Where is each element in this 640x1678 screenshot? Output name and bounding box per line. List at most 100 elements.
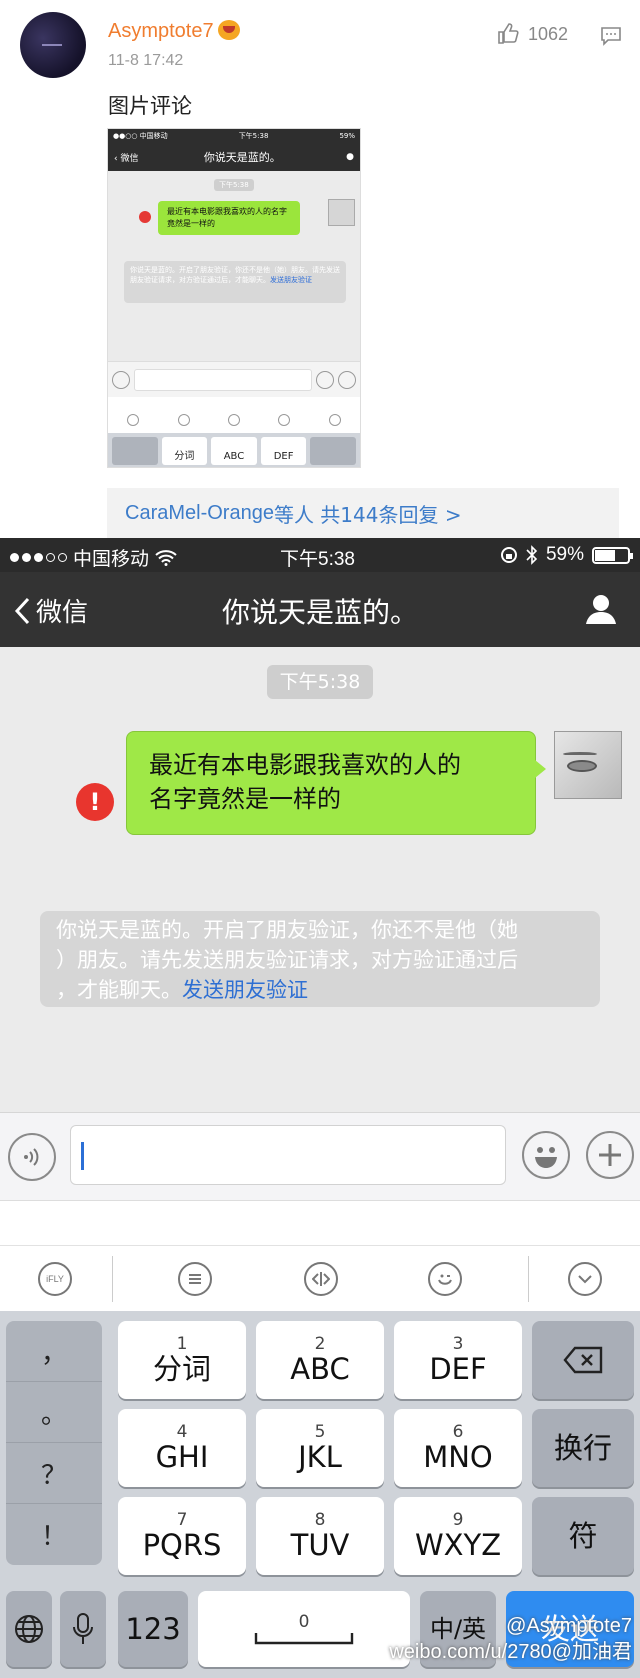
username-text[interactable]: Asymptote7 [108,20,214,42]
thumb-tool-icon [278,414,291,426]
thumb-timestamp: 下午5:38 [214,179,254,191]
key-label: 分词 [152,1352,211,1386]
user-avatar[interactable] [20,12,86,78]
chat-title: 你说天是蓝的。 [221,596,418,629]
comment-image-thumbnail[interactable]: ●●○○ 中国移动 下午5:38 59% ‹ 微信 你说天是蓝的。 ● 下午5:38 最… [107,128,361,468]
key-9[interactable]: 9 WXYZ [394,1497,522,1575]
thumb-voice-icon [112,370,130,389]
punct-key[interactable]: ， [6,1321,102,1382]
like-button[interactable]: 1062 [496,22,568,46]
replies-user[interactable]: CaraMel-Orange [125,502,274,525]
microphone-icon [73,1613,93,1644]
key-num: 8 [314,1510,326,1530]
thumb-back-label: 微信 [120,153,139,164]
cursor-move-icon[interactable] [304,1262,338,1296]
key-label: PQRS [142,1528,222,1562]
message-bubble[interactable]: 最近有本电影跟我喜欢的人的 名字竟然是一样的 [126,731,546,835]
ifly-logo-icon[interactable]: iFLY [38,1262,72,1296]
key-7[interactable]: 7 PQRS [118,1497,246,1575]
voice-icon [24,1148,39,1166]
thumb-emoji-icon [316,370,334,389]
key-1[interactable]: 1 分词 [118,1321,246,1399]
punct-key[interactable]: 。 [6,1382,102,1443]
status-left: 中国移动 [10,544,177,571]
thumb-message: 最近有本电影跟我喜欢的人的名字竟然是一样的 [158,201,300,235]
key-num: 5 [314,1422,326,1442]
notice-line: ）朋友。请先发送朋友验证请求，对方验证通过后 [56,948,518,972]
key-label: MNO [423,1440,493,1474]
wifi-icon [155,549,177,566]
avatar-eye [567,760,597,772]
punctuation-column[interactable]: ， 。 ？ ！ [6,1321,102,1565]
text-caret [81,1142,84,1170]
replies-count[interactable]: 等人 共144条回复 > [274,499,462,528]
send-failed-icon[interactable]: ! [76,783,114,821]
thumb-status-bar: ●●○○ 中国移动 下午5:38 59% [108,129,360,143]
mic-key[interactable] [60,1591,106,1667]
status-bar: 中国移动 下午5:38 59% [0,538,640,572]
thumb-navbar: ‹ 微信 你说天是蓝的。 ● [108,143,360,171]
message-line: 最近有本电影跟我喜欢的人的 [149,751,461,779]
key-label: JKL [298,1440,342,1474]
watermark-user: @Asymptote7 [506,1615,632,1637]
replies-link[interactable]: CaraMel-Orange 等人 共144条回复 > [107,488,619,538]
my-avatar[interactable] [554,731,622,799]
input-bar [0,1112,640,1200]
key-5[interactable]: 5 JKL [256,1409,384,1487]
person-icon[interactable] [584,592,618,626]
thumb-key: ABC [211,437,257,465]
thumb-avatar [328,199,355,226]
notice-line-text: ，才能聊天。 [56,978,182,1002]
message-line: 名字竟然是一样的 [149,785,341,813]
thumb-key: 分词 [161,437,208,465]
status-right: 59% [500,544,633,566]
send-verification-link[interactable]: 发送朋友验证 [182,978,308,1002]
key-2[interactable]: 2 ABC [256,1321,384,1399]
backspace-icon [563,1346,603,1374]
toolbar-divider [112,1256,113,1302]
battery-percent: 59% [545,544,584,565]
key-8[interactable]: 8 TUV [256,1497,384,1575]
thumb-back: ‹ 微信 [114,153,139,164]
thumb-tool-icon [177,414,190,426]
key-3[interactable]: 3 DEF [394,1321,522,1399]
thumb-key: DEF [260,437,307,465]
key-label: ABC [290,1352,350,1386]
thumb-tool-icon [127,414,140,426]
chevron-down-icon[interactable] [568,1262,602,1296]
delete-key[interactable] [532,1321,634,1399]
weibo-post: Asymptote7 11-8 17:42 1062 图片评论 ●●○○ 中国移… [0,0,640,538]
username[interactable]: Asymptote7 [108,20,240,43]
watermark-url: weibo.com/u/2780@加油君 [389,1641,632,1663]
weibo-watermark: @Asymptote7 weibo.com/u/2780@加油君 [389,1613,632,1665]
emoji-button[interactable] [522,1131,570,1179]
punct-key[interactable]: ！ [6,1504,102,1565]
enter-key[interactable]: 换行 [532,1409,634,1487]
symbol-key[interactable]: 符 [532,1497,634,1575]
punct-key[interactable]: ？ [6,1443,102,1504]
voice-button[interactable] [8,1133,56,1181]
emoji-icon [535,1147,557,1168]
message-input[interactable] [70,1125,506,1185]
time-badge: 下午5:38 [267,665,373,699]
key-4[interactable]: 4 GHI [118,1409,246,1487]
thumb-input-field [134,368,312,391]
emoticon-icon[interactable] [428,1262,462,1296]
post-text: 图片评论 [108,94,192,118]
key-6[interactable]: 6 MNO [394,1409,522,1487]
space-key[interactable]: 0 [198,1591,410,1667]
menu-icon[interactable] [178,1262,212,1296]
number-key[interactable]: 123 [118,1591,188,1667]
comment-icon[interactable] [600,26,622,46]
chat-area: 下午5:38 ! 最近有本电影跟我喜欢的人的 名字竟然是一样的 你说天是蓝的。开… [0,647,640,1112]
globe-key[interactable] [6,1591,52,1667]
carrier: 中国移动 [73,549,150,570]
more-button[interactable] [586,1131,634,1179]
thumb-keyboard: 分词 ABC DEF [108,433,360,467]
key-num: 4 [176,1422,188,1442]
key-label: TUV [290,1528,350,1562]
key-num: 2 [314,1334,326,1354]
key-num: 7 [176,1510,188,1530]
key-label: GHI [155,1440,209,1474]
thumb-plus-icon [338,370,356,389]
